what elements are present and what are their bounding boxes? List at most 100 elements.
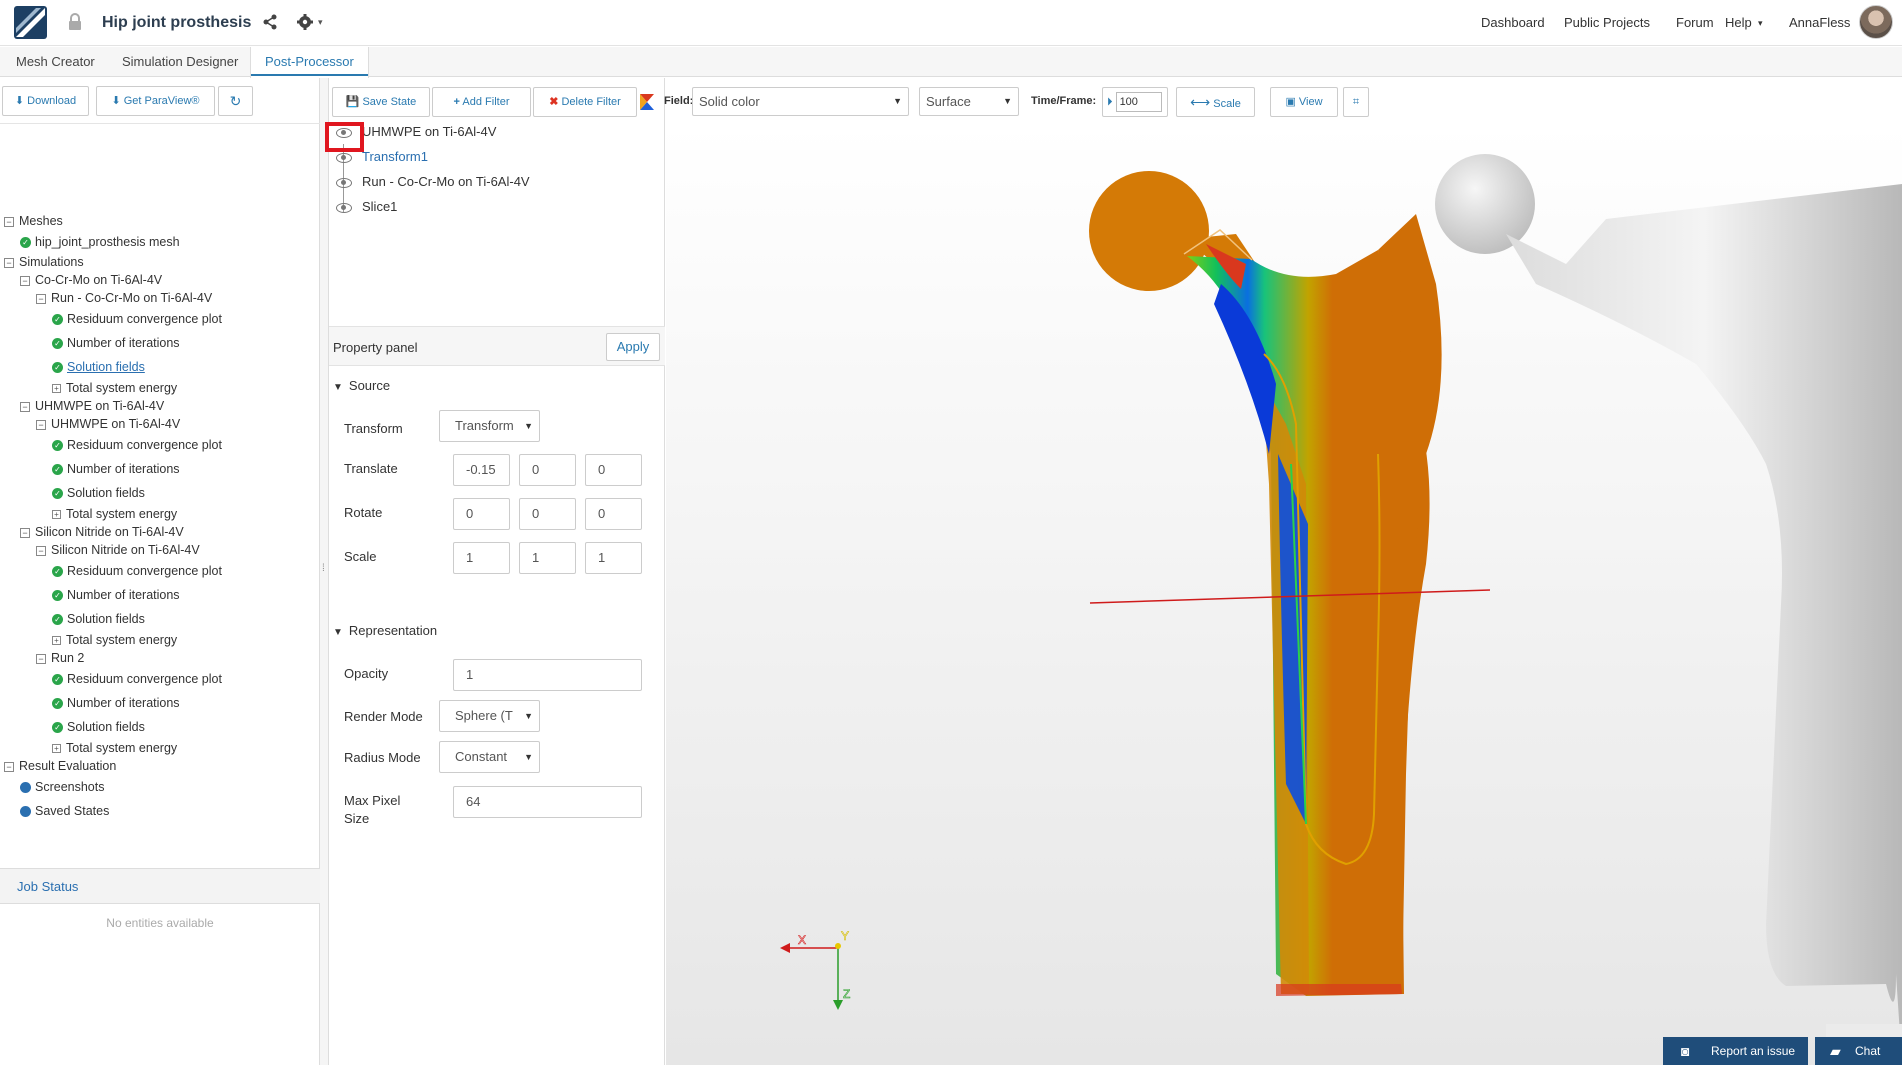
nav-forum[interactable]: Forum: [1676, 15, 1714, 30]
scale-z-input[interactable]: 1: [585, 542, 642, 574]
field-select[interactable]: Solid color ▼: [692, 87, 909, 116]
tree-total-energy[interactable]: + Total system energy: [52, 633, 177, 651]
view-button[interactable]: ▣ View: [1270, 87, 1338, 117]
tree-total-energy[interactable]: + Total system energy: [52, 741, 177, 759]
radius-mode-select[interactable]: Constant ▼: [439, 741, 540, 773]
drag-handle-icon[interactable]: ⁞: [322, 563, 325, 574]
tree-iterations[interactable]: ✓ Number of iterations: [52, 462, 180, 480]
delete-filter-button[interactable]: ✖ Delete Filter: [533, 87, 637, 117]
save-state-button[interactable]: 💾 Save State: [332, 87, 430, 117]
avatar[interactable]: [1859, 5, 1893, 39]
tree-simulation[interactable]: − Co-Cr-Mo on Ti-6Al-4V: [20, 273, 162, 291]
screenshot-tool-button[interactable]: ⌗: [1343, 87, 1369, 117]
collapse-icon[interactable]: −: [36, 293, 46, 304]
scale-y-input[interactable]: 1: [519, 542, 576, 574]
rotate-y-input[interactable]: 0: [519, 498, 576, 530]
expand-icon[interactable]: +: [52, 510, 61, 520]
tree-meshes[interactable]: − Meshes: [4, 214, 63, 232]
chat-button[interactable]: ▰ Chat: [1815, 1037, 1902, 1065]
collapse-icon[interactable]: −: [4, 257, 14, 268]
tab-simulation-designer[interactable]: Simulation Designer: [108, 47, 252, 77]
transform-select[interactable]: Transform ▼: [439, 410, 540, 442]
user-name[interactable]: AnnaFless: [1789, 15, 1850, 30]
tree-solution-fields[interactable]: ✓ Solution fields: [52, 720, 145, 738]
tab-post-processor[interactable]: Post-Processor: [250, 47, 369, 78]
source-section-header[interactable]: ▼ Source: [333, 378, 390, 393]
chevron-down-icon[interactable]: ▾: [318, 17, 323, 28]
collapse-icon[interactable]: −: [20, 275, 30, 286]
collapse-icon[interactable]: −: [20, 527, 30, 538]
pipeline-item[interactable]: Run - Co-Cr-Mo on Ti-6Al-4V: [336, 174, 530, 194]
tree-saved-states[interactable]: Saved States: [20, 804, 109, 822]
collapse-icon[interactable]: −: [36, 545, 46, 556]
collapse-icon[interactable]: −: [36, 653, 46, 664]
representation-select[interactable]: Surface ▼: [919, 87, 1019, 116]
opacity-input[interactable]: 1: [453, 659, 642, 691]
pipeline-item[interactable]: Slice1: [336, 199, 397, 219]
max-pixel-size-input[interactable]: 64: [453, 786, 642, 818]
apply-button[interactable]: Apply: [606, 333, 660, 361]
tree-total-energy[interactable]: + Total system energy: [52, 507, 177, 525]
tree-residuum-plot[interactable]: ✓ Residuum convergence plot: [52, 564, 222, 582]
eye-icon[interactable]: [336, 202, 352, 213]
translate-x-input[interactable]: -0.15: [453, 454, 510, 486]
translate-z-input[interactable]: 0: [585, 454, 642, 486]
tree-simulation[interactable]: − Silicon Nitride on Ti-6Al-4V: [20, 525, 184, 543]
tree-run[interactable]: − UHMWPE on Ti-6Al-4V: [36, 417, 180, 435]
get-paraview-button[interactable]: ⬇ Get ParaView®: [96, 86, 215, 116]
rotate-z-input[interactable]: 0: [585, 498, 642, 530]
tree-run[interactable]: − Run - Co-Cr-Mo on Ti-6Al-4V: [36, 291, 212, 309]
tree-simulation[interactable]: − UHMWPE on Ti-6Al-4V: [20, 399, 164, 417]
panel-splitter[interactable]: ⁞: [320, 78, 329, 1065]
collapse-icon[interactable]: −: [4, 216, 14, 227]
expand-icon[interactable]: +: [52, 636, 61, 646]
tree-residuum-plot[interactable]: ✓ Residuum convergence plot: [52, 312, 222, 330]
tree-residuum-plot[interactable]: ✓ Residuum convergence plot: [52, 672, 222, 690]
tree-simulations[interactable]: − Simulations: [4, 255, 84, 273]
job-status-title[interactable]: Job Status: [0, 869, 320, 904]
time-frame-input[interactable]: 100: [1115, 92, 1162, 113]
tree-iterations[interactable]: ✓ Number of iterations: [52, 696, 180, 714]
nav-help[interactable]: Help: [1725, 15, 1752, 30]
play-last-icon[interactable]: ⏵: [1107, 96, 1113, 108]
tree-mesh-item[interactable]: ✓ hip_joint_prosthesis mesh: [20, 235, 180, 253]
scale-x-input[interactable]: 1: [453, 542, 510, 574]
eye-icon[interactable]: [336, 152, 352, 163]
tree-solution-fields[interactable]: ✓ Solution fields: [52, 360, 145, 378]
nav-dashboard[interactable]: Dashboard: [1481, 15, 1545, 30]
chevron-down-icon[interactable]: ▾: [1758, 18, 1763, 29]
download-button[interactable]: ⬇ Download: [2, 86, 89, 116]
share-icon[interactable]: [262, 14, 278, 30]
pipeline-item-selected[interactable]: Transform1: [336, 149, 428, 169]
collapse-icon[interactable]: −: [4, 761, 14, 772]
tree-run[interactable]: − Silicon Nitride on Ti-6Al-4V: [36, 543, 200, 561]
translate-y-input[interactable]: 0: [519, 454, 576, 486]
render-mode-select[interactable]: Sphere (T ▼: [439, 700, 540, 732]
report-issue-button[interactable]: ◙ Report an issue: [1663, 1037, 1808, 1065]
tree-screenshots[interactable]: Screenshots: [20, 780, 104, 798]
refresh-button[interactable]: ↻: [218, 86, 253, 116]
3d-viewport[interactable]: X Y Z: [666, 124, 1902, 1065]
color-map-icon[interactable]: [639, 93, 655, 111]
tree-run[interactable]: − Run 2: [36, 651, 84, 669]
expand-icon[interactable]: +: [52, 744, 61, 754]
collapse-icon[interactable]: −: [36, 419, 46, 430]
rotate-x-input[interactable]: 0: [453, 498, 510, 530]
time-frame-control[interactable]: ⏵ 100: [1102, 87, 1168, 117]
tree-solution-fields[interactable]: ✓ Solution fields: [52, 612, 145, 630]
eye-icon[interactable]: [336, 177, 352, 188]
expand-icon[interactable]: +: [52, 384, 61, 394]
scale-button[interactable]: ⟷ Scale: [1176, 87, 1255, 117]
tree-solution-fields[interactable]: ✓ Solution fields: [52, 486, 145, 504]
tab-mesh-creator[interactable]: Mesh Creator: [2, 47, 109, 77]
gear-icon[interactable]: [296, 13, 314, 31]
tree-result-evaluation[interactable]: − Result Evaluation: [4, 759, 116, 777]
tree-residuum-plot[interactable]: ✓ Residuum convergence plot: [52, 438, 222, 456]
tree-total-energy[interactable]: + Total system energy: [52, 381, 177, 399]
tree-iterations[interactable]: ✓ Number of iterations: [52, 336, 180, 354]
add-filter-button[interactable]: + Add Filter: [432, 87, 531, 117]
tree-iterations[interactable]: ✓ Number of iterations: [52, 588, 180, 606]
simscale-logo[interactable]: [14, 6, 47, 39]
nav-public-projects[interactable]: Public Projects: [1564, 15, 1650, 30]
representation-section-header[interactable]: ▼ Representation: [333, 623, 437, 638]
